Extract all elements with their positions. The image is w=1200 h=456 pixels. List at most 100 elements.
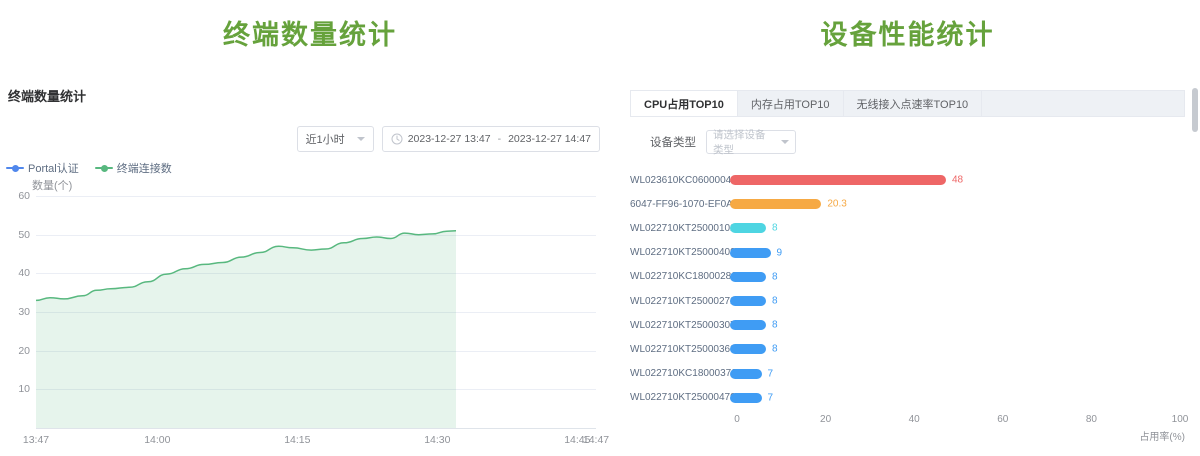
bar-track: 8 (730, 223, 1180, 233)
x-tick-label: 13:47 (23, 434, 49, 446)
line-chart: 60504030201013:4714:0014:1514:3014:4514:… (36, 196, 596, 428)
y-axis-label: 数量(个) (32, 177, 72, 193)
x-axis-line (36, 428, 596, 429)
bar-label: 6047-FF96-1070-EF0A (630, 199, 730, 210)
bar[interactable] (730, 175, 946, 185)
bar-track: 7 (730, 393, 1180, 403)
bar-row: WL022710KT25000307 8 (630, 313, 1180, 337)
grid-line (1180, 168, 1181, 410)
x-tick-label: 80 (1086, 414, 1097, 425)
x-tick-label: 40 (909, 414, 920, 425)
bar[interactable] (730, 248, 771, 258)
bar-value-label: 8 (772, 296, 778, 307)
legend-label: Portal认证 (28, 160, 79, 176)
bar-value-label: 7 (768, 392, 774, 403)
device-type-filter: 设备类型 请选择设备类型 (650, 130, 796, 154)
bar-xticks: 020406080100 (737, 414, 1180, 428)
legend-item[interactable]: 终端连接数 (95, 160, 172, 176)
bar[interactable] (730, 199, 821, 209)
x-tick-label: 0 (734, 414, 740, 425)
bar-row: 6047-FF96-1070-EF0A20.3 (630, 192, 1180, 216)
bar-value-label: 8 (772, 320, 778, 331)
tab-bar: CPU占用TOP10内存占用TOP10无线接入点速率TOP10 (630, 90, 1185, 117)
bar-chart: WL023610KC06000043 48 6047-FF96-1070-EF0A2… (630, 168, 1180, 410)
bar-track: 8 (730, 344, 1180, 354)
x-tick-label: 14:15 (284, 434, 310, 446)
bar-track: 20.3 (730, 199, 1180, 209)
date-range-start: 2023-12-27 13:47 (408, 133, 491, 145)
bar-label: WL022710KT25000369 (630, 344, 730, 355)
legend-dot (12, 165, 19, 172)
chevron-down-icon (357, 137, 365, 145)
legend-dot (101, 165, 108, 172)
legend: Portal认证 终端连接数 (6, 160, 172, 176)
bar-value-label: 8 (772, 223, 778, 234)
time-range-select[interactable]: 近1小时 (297, 126, 374, 152)
bar[interactable] (730, 344, 766, 354)
bar-track: 8 (730, 272, 1180, 282)
date-range-picker[interactable]: 2023-12-27 13:47 - 2023-12-27 14:47 (382, 126, 600, 152)
clock-icon (391, 133, 403, 145)
x-axis-unit-label: 占用率(%) (1139, 428, 1185, 443)
bar[interactable] (730, 272, 766, 282)
bar[interactable] (730, 223, 766, 233)
x-tick-label: 14:30 (424, 434, 450, 446)
time-range-value: 近1小时 (306, 131, 345, 147)
bar-value-label: 8 (772, 271, 778, 282)
bar[interactable] (730, 369, 762, 379)
bar-value-label: 48 (952, 175, 963, 186)
tab-cpu-top10[interactable]: CPU占用TOP10 (631, 91, 738, 116)
bar-row: WL022710KT25000409 9 (630, 241, 1180, 265)
device-type-placeholder: 请选择设备类型 (713, 127, 769, 157)
terminal-panel-title: 终端数量统计 (8, 86, 86, 105)
bar-label: WL022710KT25000102 (630, 223, 730, 234)
y-tick-label: 30 (2, 306, 30, 318)
date-range-end: 2023-12-27 14:47 (508, 133, 591, 145)
legend-marker-icon (95, 164, 113, 173)
chevron-down-icon (781, 140, 789, 148)
device-type-select[interactable]: 请选择设备类型 (706, 130, 796, 154)
tab-wireless-ap-rate-top10[interactable]: 无线接入点速率TOP10 (844, 91, 983, 116)
date-range-separator: - (496, 133, 504, 145)
x-tick-label: 60 (997, 414, 1008, 425)
tab-memory-top10[interactable]: 内存占用TOP10 (738, 91, 844, 116)
bar-value-label: 7 (768, 368, 774, 379)
x-tick-label: 20 (820, 414, 831, 425)
y-tick-label: 10 (2, 383, 30, 395)
bar-label: WL022710KT25000470 (630, 392, 730, 403)
bar-row: WL022710KT25000470 7 (630, 386, 1180, 410)
x-tick-label: 100 (1172, 414, 1189, 425)
bar-row: WL022710KT25000102 8 (630, 216, 1180, 240)
bar-label: WL023610KC06000043 (630, 175, 730, 186)
legend-marker-icon (6, 164, 24, 173)
y-tick-label: 40 (2, 267, 30, 279)
bar[interactable] (730, 320, 766, 330)
y-tick-label: 20 (2, 345, 30, 357)
y-tick-label: 60 (2, 190, 30, 202)
bar-row: WL022710KC18000372 7 (630, 362, 1180, 386)
bar[interactable] (730, 296, 766, 306)
bar-label: WL022710KC18000372 (630, 368, 730, 379)
bar-label: WL022710KT25000307 (630, 320, 730, 331)
bar-track: 8 (730, 296, 1180, 306)
bar-row: WL022710KT25000369 8 (630, 337, 1180, 361)
bar-track: 7 (730, 369, 1180, 379)
legend-item[interactable]: Portal认证 (6, 160, 79, 176)
bar[interactable] (730, 393, 762, 403)
bar-track: 9 (730, 248, 1180, 258)
series-area (36, 231, 456, 428)
legend-label: 终端连接数 (117, 160, 172, 176)
bar-row: WL023610KC06000043 48 (630, 168, 1180, 192)
bar-track: 8 (730, 320, 1180, 330)
scrollbar[interactable] (1192, 88, 1198, 132)
bar-value-label: 9 (777, 247, 783, 258)
line-chart-canvas (36, 196, 596, 428)
bar-value-label: 8 (772, 344, 778, 355)
bar-track: 48 (730, 175, 1180, 185)
chart-filters: 近1小时 2023-12-27 13:47 - 2023-12-27 14:47 (0, 126, 600, 152)
device-type-label: 设备类型 (650, 134, 696, 150)
bar-row: WL022710KC180002808 (630, 265, 1180, 289)
bar-label: WL022710KT25000272 (630, 296, 730, 307)
bar-label: WL022710KT25000409 (630, 247, 730, 258)
x-tick-label: 14:47 (583, 434, 609, 446)
